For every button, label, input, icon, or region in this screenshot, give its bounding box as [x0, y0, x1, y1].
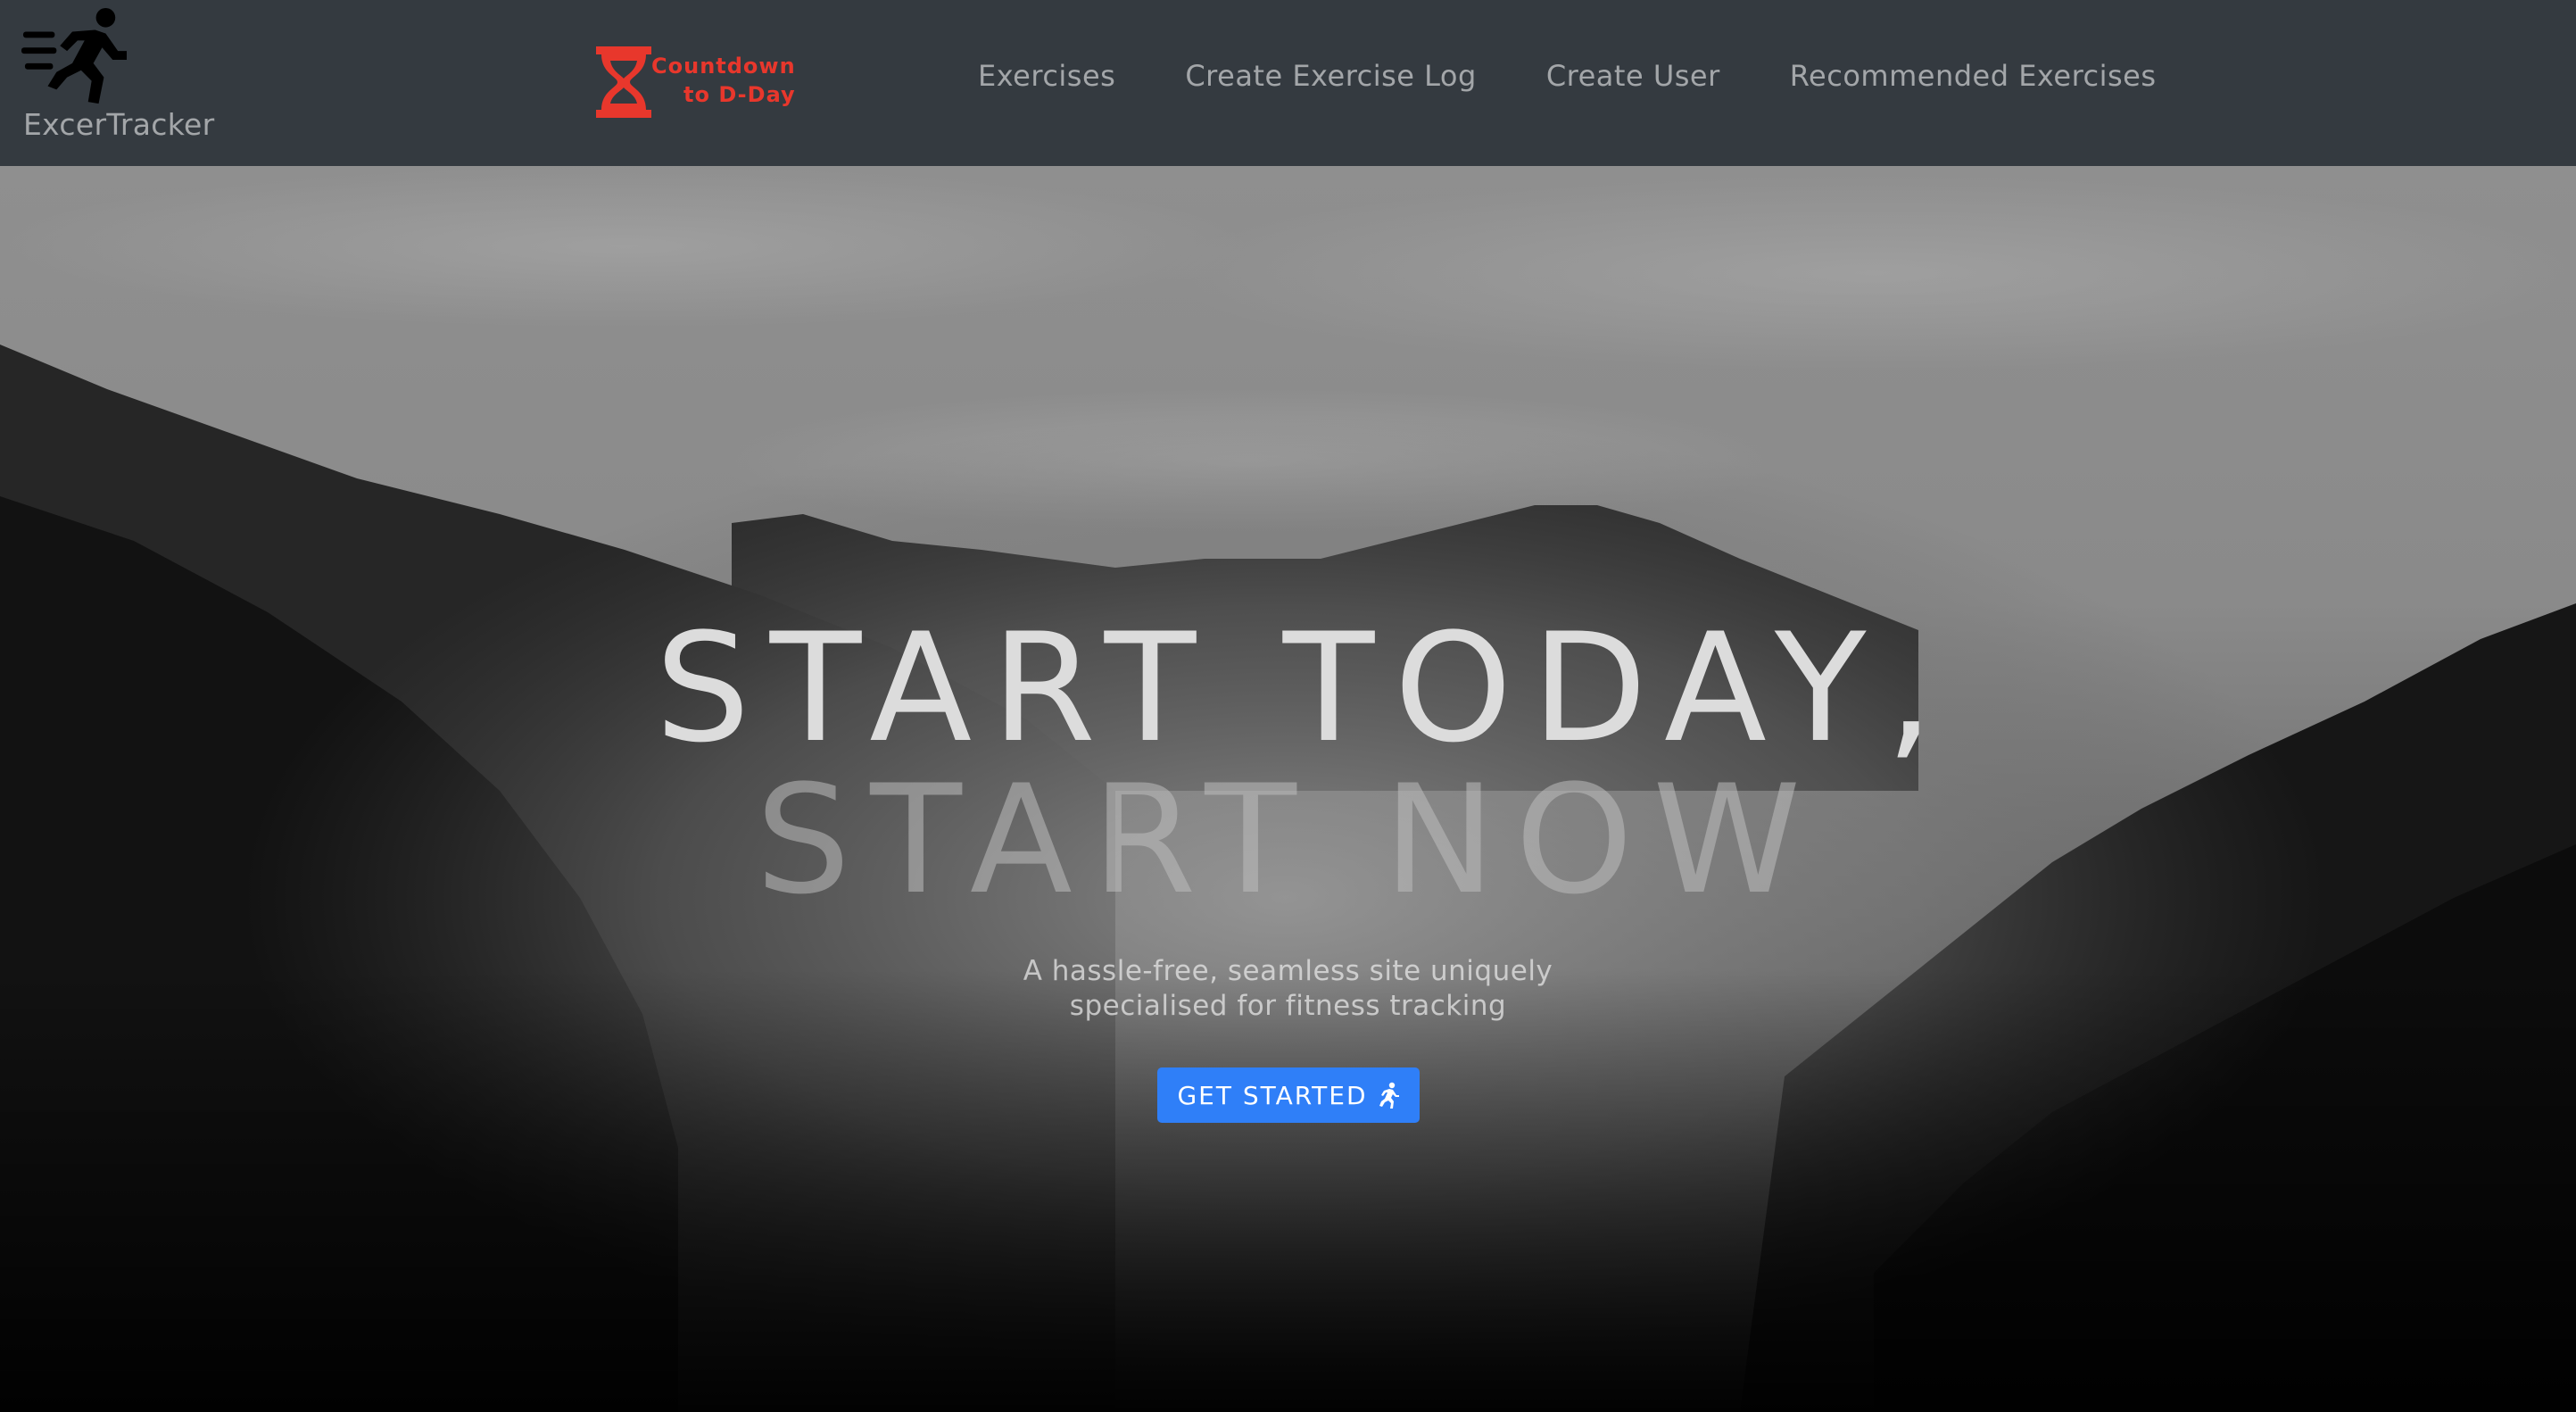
brand-link[interactable]: ExcerTracker	[21, 5, 236, 157]
get-started-label: GET STARTED	[1177, 1080, 1368, 1110]
running-man-icon	[21, 7, 127, 104]
countdown-link[interactable]: Countdown to D-Day	[596, 45, 810, 120]
hero-subtitle-line-1: A hassle-free, seamless site uniquely	[1023, 955, 1553, 987]
nav-link-create-user[interactable]: Create User	[1512, 54, 1755, 98]
nav-link-create-exercise-log[interactable]: Create Exercise Log	[1150, 54, 1511, 98]
page: ExcerTracker Countdown to D-Day Exercise…	[0, 0, 2576, 1412]
nav-link-exercises[interactable]: Exercises	[964, 54, 1150, 98]
countdown-label: Countdown to D-Day	[651, 52, 796, 109]
countdown-line-2: to D-Day	[683, 82, 796, 107]
hero-section: START TODAY, START NOW A hassle-free, se…	[0, 166, 2576, 1412]
nav-link-recommended-exercises[interactable]: Recommended Exercises	[1755, 54, 2191, 98]
countdown-line-1: Countdown	[651, 54, 796, 79]
hero-title-line-2: START NOW	[755, 752, 1821, 927]
get-started-button[interactable]: GET STARTED	[1157, 1067, 1420, 1123]
nav-links: Exercises Create Exercise Log Create Use…	[964, 54, 2191, 98]
brand-label: ExcerTracker	[23, 107, 215, 142]
hero-subtitle-line-2: specialised for fitness tracking	[1069, 990, 1507, 1022]
hero-subtitle: A hassle-free, seamless site uniquely sp…	[0, 954, 2576, 1024]
navbar: ExcerTracker Countdown to D-Day Exercise…	[0, 0, 2576, 166]
hero-title: START TODAY, START NOW	[0, 612, 2576, 916]
hero-title-line-1: START TODAY,	[655, 601, 1953, 776]
running-man-icon	[1379, 1082, 1399, 1109]
hourglass-icon	[596, 46, 651, 118]
